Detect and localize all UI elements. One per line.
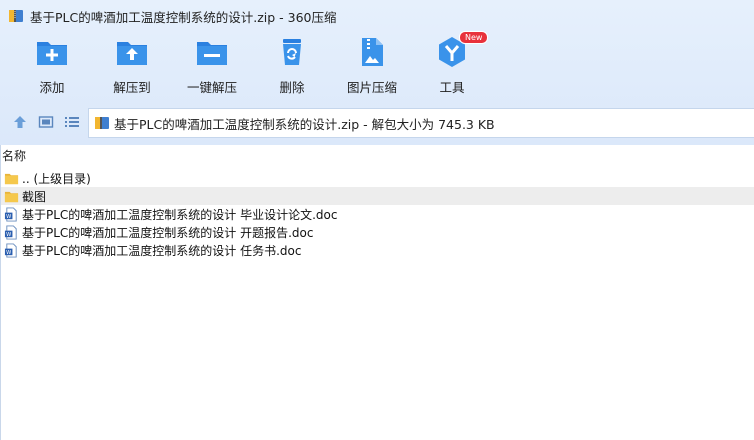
one-click-extract-button[interactable]: 一键解压 (172, 34, 252, 96)
image-compress-button[interactable]: 图片压缩 (332, 34, 412, 96)
list-view-icon[interactable] (64, 114, 80, 130)
word-document-icon: W (4, 224, 17, 240)
extract-to-icon (117, 42, 147, 65)
file-name: 基于PLC的啤酒加工温度控制系统的设计 任务书.doc (22, 243, 302, 258)
column-header-name[interactable]: 名称 (1, 147, 26, 165)
add-icon (37, 42, 67, 65)
address-path: 基于PLC的啤酒加工温度控制系统的设计.zip - 解包大小为 745.3 KB (114, 116, 495, 132)
file-name: .. (上级目录) (22, 171, 91, 186)
file-rows: .. (上级目录) 截图 W 基于PLC的啤酒加工温度控制系统的设计 毕业设计论… (1, 169, 754, 259)
svg-text:W: W (6, 232, 11, 238)
list-item-screenshots-folder[interactable]: 截图 (1, 187, 754, 205)
file-name: 基于PLC的啤酒加工温度控制系统的设计 开题报告.doc (22, 225, 314, 240)
top-area: 基于PLC的啤酒加工温度控制系统的设计.zip - 360压缩 添加 解压到 一… (0, 0, 754, 145)
svg-text:W: W (6, 250, 11, 256)
zip-archive-icon (9, 10, 23, 22)
folder-icon (4, 173, 19, 184)
thumbnail-view-icon[interactable] (38, 114, 54, 130)
window-title: 基于PLC的啤酒加工温度控制系统的设计.zip - 360压缩 (30, 9, 337, 25)
delete-icon (283, 39, 301, 65)
list-item-doc[interactable]: W 基于PLC的啤酒加工温度控制系统的设计 开题报告.doc (1, 223, 754, 241)
toolbar: 添加 解压到 一键解压 删除 图片压缩 New 工具 (0, 31, 754, 96)
extract-to-button[interactable]: 解压到 (92, 34, 172, 96)
extract-to-label: 解压到 (113, 80, 151, 95)
word-document-icon: W (4, 206, 17, 222)
add-button[interactable]: 添加 (12, 34, 92, 96)
image-compress-label: 图片压缩 (346, 80, 397, 95)
zip-archive-icon (95, 117, 109, 129)
file-list: 名称 .. (上级目录) 截图 W 基于PLC的啤酒加工温度控制系统的设计 毕业… (0, 145, 754, 440)
tools-label: 工具 (439, 80, 465, 95)
file-name: 截图 (22, 189, 47, 204)
tools-button[interactable]: New 工具 (412, 31, 492, 96)
list-item-doc[interactable]: W 基于PLC的啤酒加工温度控制系统的设计 任务书.doc (1, 241, 754, 259)
delete-label: 删除 (279, 80, 305, 95)
title-bar: 基于PLC的啤酒加工温度控制系统的设计.zip - 360压缩 (0, 0, 754, 32)
new-badge: New (459, 31, 489, 44)
word-document-icon: W (4, 242, 17, 258)
file-name: 基于PLC的啤酒加工温度控制系统的设计 毕业设计论文.doc (22, 207, 338, 222)
address-row: 基于PLC的啤酒加工温度控制系统的设计.zip - 解包大小为 745.3 KB (0, 106, 754, 138)
app-window: 基于PLC的啤酒加工温度控制系统的设计.zip - 360压缩 添加 解压到 一… (0, 0, 754, 440)
svg-text:W: W (6, 214, 11, 220)
list-item-parent-dir[interactable]: .. (上级目录) (1, 169, 754, 187)
up-arrow-icon[interactable] (12, 114, 28, 130)
folder-icon (4, 191, 19, 202)
address-bar[interactable]: 基于PLC的啤酒加工温度控制系统的设计.zip - 解包大小为 745.3 KB (88, 108, 754, 138)
delete-button[interactable]: 删除 (252, 34, 332, 96)
list-item-doc[interactable]: W 基于PLC的啤酒加工温度控制系统的设计 毕业设计论文.doc (1, 205, 754, 223)
one-click-extract-icon (197, 42, 227, 65)
one-click-extract-label: 一键解压 (186, 80, 237, 95)
add-label: 添加 (39, 80, 65, 95)
image-compress-icon (362, 38, 383, 66)
